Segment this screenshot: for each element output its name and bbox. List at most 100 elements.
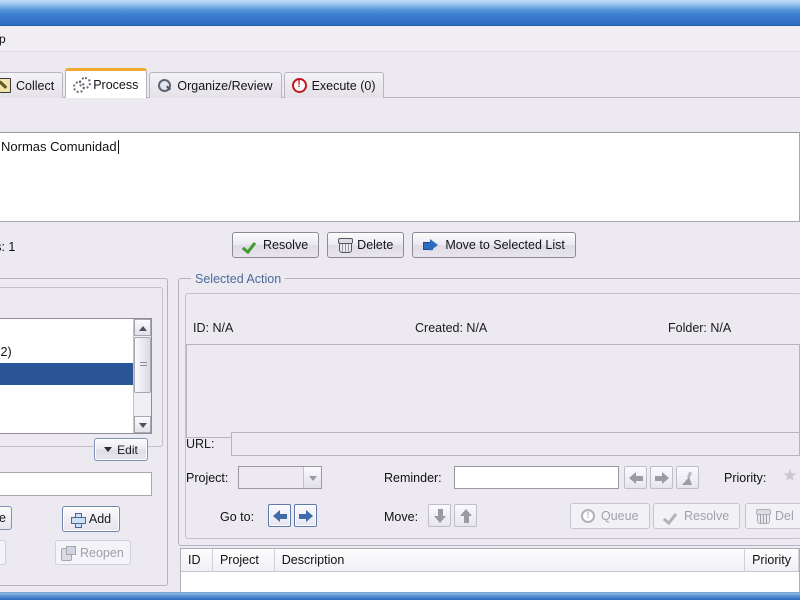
window-title-bar <box>0 0 800 26</box>
url-input[interactable] <box>231 432 800 456</box>
reminder-previous-button[interactable] <box>624 466 647 489</box>
scroll-down-button[interactable] <box>134 416 151 433</box>
delete-list-button[interactable] <box>0 540 6 565</box>
action-fields-row: Project: Reminder: Priority: ★ <box>186 466 800 494</box>
arrow-up-icon <box>459 508 472 523</box>
edit-button-label: Edit <box>117 442 138 457</box>
broom-icon <box>681 471 695 485</box>
green-check-icon <box>243 238 257 252</box>
action-delete-button-label: Del <box>775 509 794 523</box>
tab-collect-label: Collect <box>16 78 55 93</box>
column-header-description[interactable]: Description <box>274 549 746 571</box>
arrow-left-icon <box>272 509 287 522</box>
reminder-next-button[interactable] <box>650 466 673 489</box>
list-item[interactable]: nidad (2) <box>0 363 151 385</box>
edit-split-button[interactable]: Edit <box>94 438 148 461</box>
window-bottom-strip <box>0 592 800 600</box>
action-queue-button-label: Queue <box>601 509 639 523</box>
capture-textarea[interactable]: Normas Comunidad <box>0 132 800 222</box>
text-caret <box>117 140 119 154</box>
pencil-note-icon <box>0 78 11 93</box>
priority-star-icon[interactable]: ★ <box>782 467 798 484</box>
circle-exclamation-icon <box>581 509 595 523</box>
tab-collect[interactable]: Collect <box>0 72 64 98</box>
tab-execute[interactable]: Execute (0) <box>283 72 385 98</box>
main-tab-strip: Collect Process Organize/Review Execute … <box>0 52 800 98</box>
process-status-count: ess: 1 <box>0 240 16 254</box>
reopen-button-label: Reopen <box>80 545 124 560</box>
chevron-down-icon <box>303 467 321 488</box>
exclamation-icon <box>291 78 307 93</box>
arrow-down-icon <box>433 508 446 523</box>
process-action-bar: ess: 1 Resolve Delete Move to Selected L… <box>0 228 800 270</box>
goto-label: Go to: <box>220 510 255 524</box>
action-created-label: Created: N/A <box>415 321 488 335</box>
reminder-label: Reminder: <box>384 471 442 485</box>
tab-process[interactable]: Process <box>65 68 148 98</box>
menu-item-help[interactable]: p <box>0 30 11 48</box>
application-window: p Collect Process Organize/Review Execut… <box>0 0 800 600</box>
action-navigation-row: Go to: Move: Queue Resolve Del <box>0 502 800 532</box>
lists-vertical-scrollbar[interactable] <box>133 319 151 433</box>
list-name-input[interactable] <box>0 472 152 496</box>
action-resolve-button[interactable]: Resolve <box>653 503 741 529</box>
results-table-header-row: ID Project Description Priority <box>181 549 799 572</box>
tab-organize-review-label: Organize/Review <box>177 78 273 93</box>
tab-execute-label: Execute (0) <box>311 78 376 93</box>
arrow-right-icon <box>654 471 669 484</box>
capture-textarea-content: Normas Comunidad <box>0 133 799 160</box>
arrow-right-icon <box>298 509 313 522</box>
reminder-input[interactable] <box>454 466 619 489</box>
selected-action-title: Selected Action <box>191 272 286 286</box>
chevron-down-icon <box>139 423 147 428</box>
priority-label: Priority: <box>724 471 767 485</box>
column-header-project[interactable]: Project <box>212 549 275 571</box>
scroll-up-button[interactable] <box>134 319 151 336</box>
column-header-priority[interactable]: Priority <box>745 549 799 571</box>
action-delete-button[interactable]: Del <box>745 503 800 529</box>
chevron-up-icon <box>139 326 147 331</box>
lists-listbox-items: nicación (2) nidad (2) nal (1) y/Maybe <box>0 319 151 429</box>
resolve-button-label: Resolve <box>263 238 309 252</box>
move-to-selected-list-button[interactable]: Move to Selected List <box>412 232 576 258</box>
list-item[interactable]: y/Maybe <box>0 407 151 429</box>
lists-listbox[interactable]: nicación (2) nidad (2) nal (1) y/Maybe <box>0 318 152 434</box>
trash-icon <box>338 238 354 253</box>
menu-bar: p <box>0 26 800 52</box>
action-folder-label: Folder: N/A <box>668 321 732 335</box>
action-id-label: ID: N/A <box>193 321 234 335</box>
results-table[interactable]: ID Project Description Priority <box>180 548 800 594</box>
action-description-textarea[interactable] <box>186 344 800 438</box>
move-down-button[interactable] <box>428 504 451 527</box>
column-header-id[interactable]: ID <box>181 549 213 571</box>
url-label: URL: <box>186 437 215 451</box>
move-up-button[interactable] <box>454 504 477 527</box>
gears-icon <box>73 77 92 93</box>
delete-button[interactable]: Delete <box>327 232 405 258</box>
process-action-buttons: Resolve Delete Move to Selected List <box>232 232 576 258</box>
reopen-button[interactable]: Reopen <box>55 540 131 565</box>
action-resolve-button-label: Resolve <box>684 509 730 523</box>
scrollbar-thumb[interactable] <box>134 337 151 393</box>
capture-text-value: Normas Comunidad <box>1 139 117 154</box>
arrow-left-icon <box>628 471 643 484</box>
chevron-down-icon <box>104 447 113 452</box>
delete-button-label: Delete <box>357 238 394 252</box>
resolve-button[interactable]: Resolve <box>232 232 320 258</box>
green-check-icon <box>664 509 678 523</box>
reopen-icon <box>61 546 76 561</box>
list-item[interactable]: nicación (2) <box>0 341 151 363</box>
trash-icon <box>756 509 771 524</box>
project-select[interactable] <box>238 466 322 489</box>
goto-next-button[interactable] <box>294 504 317 527</box>
tab-organize-review[interactable]: Organize/Review <box>149 72 282 98</box>
action-queue-button[interactable]: Queue <box>570 503 650 529</box>
tab-process-label: Process <box>93 77 139 92</box>
title-bar-gloss <box>0 0 800 10</box>
reminder-clear-button[interactable] <box>676 466 699 489</box>
move-to-selected-list-label: Move to Selected List <box>445 238 565 252</box>
move-label: Move: <box>384 510 419 524</box>
list-item[interactable]: nal (1) <box>0 385 151 407</box>
goto-previous-button[interactable] <box>268 504 291 527</box>
magnifier-icon <box>157 78 172 93</box>
